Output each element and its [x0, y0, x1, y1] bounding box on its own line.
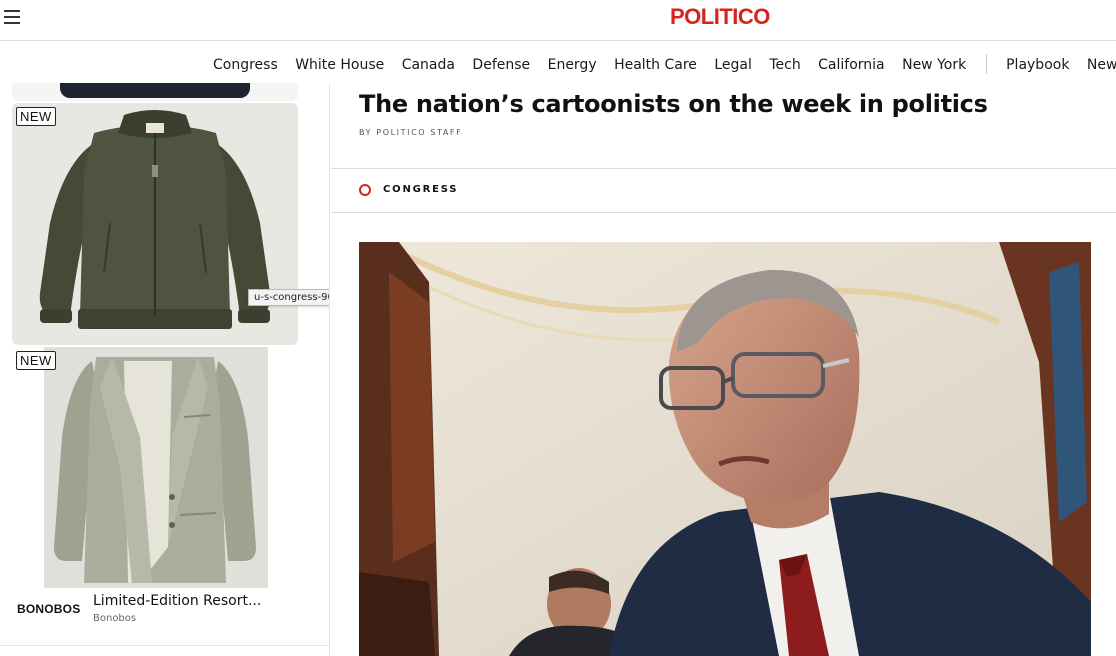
ad-column-divider — [0, 645, 329, 646]
menu-icon[interactable] — [4, 10, 22, 26]
ad-title-link[interactable]: Limited-Edition Resort... — [93, 593, 261, 609]
nav-item-new-york[interactable]: New York — [902, 57, 966, 73]
nav-divider — [985, 54, 987, 74]
product-card-bomber-jacket[interactable]: NEW — [12, 103, 298, 345]
article-headline: The nation’s cartoonists on the week in … — [359, 90, 988, 118]
nav-item-white-house[interactable]: White House — [295, 57, 384, 73]
ad-advertiser-name: Bonobos — [93, 613, 137, 624]
nav-item-legal[interactable]: Legal — [714, 57, 752, 73]
nav-item-tech[interactable]: Tech — [769, 57, 800, 73]
nav-item-newsletters[interactable]: Newsletters — [1087, 57, 1116, 73]
senator-photo-image — [359, 242, 1091, 656]
circle-icon — [359, 184, 371, 196]
nav-item-canada[interactable]: Canada — [402, 57, 455, 73]
nav-item-energy[interactable]: Energy — [548, 57, 597, 73]
new-badge: NEW — [16, 351, 56, 370]
nav-item-playbook[interactable]: Playbook — [1006, 57, 1069, 73]
product-card-blazer[interactable]: NEW — [12, 347, 298, 588]
ad-column: NEW NEW u-s-congress-9 BONOBOS Limited-E… — [0, 83, 330, 656]
politico-logo[interactable]: POLITICO — [670, 4, 770, 30]
top-bar: POLITICO — [0, 0, 1116, 41]
image-filename-tooltip: u-s-congress-90876.jpg — [248, 289, 329, 306]
section-tag-label: CONGRESS — [383, 184, 459, 195]
ad-footer: BONOBOS Limited-Edition Resort... Bonobo… — [12, 593, 312, 633]
article-byline: BY POLITICO STAFF — [359, 128, 463, 137]
blazer-image — [12, 347, 298, 588]
article-photo[interactable] — [359, 242, 1091, 656]
nav-item-health-care[interactable]: Health Care — [614, 57, 697, 73]
divider — [331, 212, 1116, 213]
nav-item-california[interactable]: California — [818, 57, 884, 73]
product-image-partial[interactable] — [12, 83, 298, 101]
nav-item-defense[interactable]: Defense — [472, 57, 530, 73]
bomber-jacket-image — [12, 103, 298, 345]
nav-item-congress[interactable]: Congress — [213, 57, 278, 73]
divider — [331, 168, 1116, 169]
article-main: The nation’s cartoonists on the week in … — [331, 83, 1116, 656]
new-badge: NEW — [16, 107, 56, 126]
section-nav: Congress White House Canada Defense Ener… — [0, 41, 1116, 83]
bonobos-logo[interactable]: BONOBOS — [17, 602, 80, 616]
